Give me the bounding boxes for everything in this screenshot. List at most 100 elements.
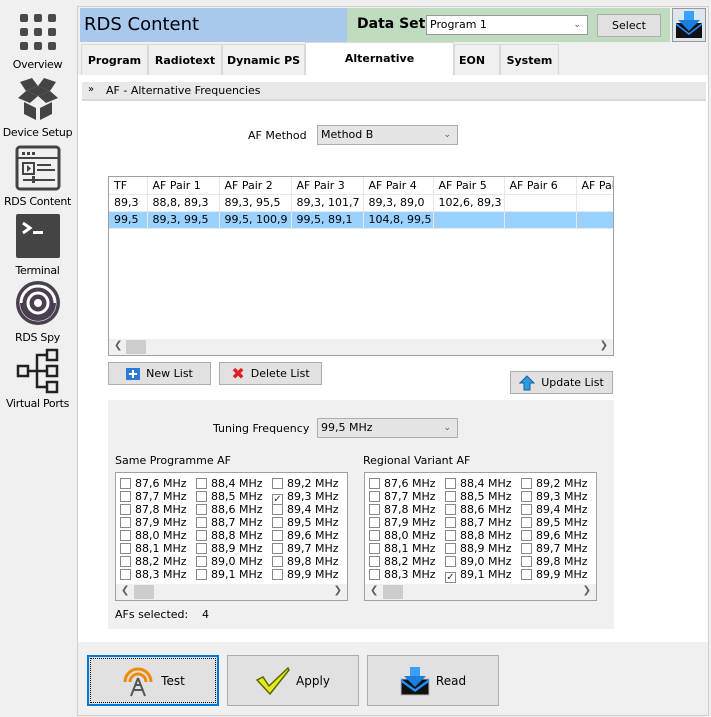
checkbox-icon[interactable] — [120, 491, 131, 502]
select-button[interactable]: Select — [597, 14, 661, 37]
checkbox-icon[interactable] — [120, 517, 131, 528]
frequency-checkbox[interactable]: ✓ 89,3 MHz — [272, 490, 339, 505]
frequency-checkbox[interactable]: 88,7 MHz — [196, 516, 263, 529]
apply-button[interactable]: Apply — [227, 655, 359, 706]
update-list-button[interactable]: Update List — [510, 371, 613, 394]
checkbox-icon[interactable] — [196, 478, 207, 489]
frequency-checkbox[interactable]: 88,5 MHz — [445, 490, 512, 503]
scrollbar-thumb[interactable] — [126, 340, 146, 354]
scroll-right-icon[interactable]: ❯ — [334, 585, 342, 596]
frequency-checkbox[interactable]: 88,7 MHz — [445, 516, 512, 529]
checkbox-icon[interactable] — [445, 478, 456, 489]
frequency-checkbox[interactable]: 89,7 MHz — [521, 542, 588, 555]
new-list-button[interactable]: New List — [108, 362, 211, 385]
frequency-checkbox[interactable]: 89,9 MHz — [272, 568, 339, 581]
frequency-checkbox[interactable]: 89,2 MHz — [521, 477, 588, 490]
scrollbar-thumb[interactable] — [134, 585, 154, 599]
checkbox-icon[interactable] — [120, 478, 131, 489]
frequency-checkbox[interactable]: 88,8 MHz — [196, 529, 263, 542]
horizontal-scrollbar[interactable]: ❮ ❯ — [109, 339, 613, 355]
column-header[interactable]: AF Pair 2 — [219, 177, 292, 195]
frequency-checkbox[interactable]: 89,8 MHz — [272, 555, 339, 568]
frequency-checkbox[interactable]: 89,0 MHz — [445, 555, 512, 568]
af-method-select[interactable]: Method B ⌄ — [317, 125, 458, 145]
checkbox-icon[interactable] — [272, 478, 283, 489]
checkbox-icon[interactable] — [196, 569, 207, 580]
frequency-checkbox[interactable]: 88,5 MHz — [196, 490, 263, 503]
checkbox-icon[interactable] — [521, 530, 532, 541]
frequency-checkbox[interactable]: 89,2 MHz — [272, 477, 339, 490]
frequency-checkbox[interactable]: 87,7 MHz — [120, 490, 187, 503]
frequency-checkbox[interactable]: 88,6 MHz — [196, 503, 263, 516]
tab-dynamic-ps[interactable]: Dynamic PS — [222, 44, 305, 75]
table-row[interactable]: 99,5 89,3, 99,5 99,5, 100,9 99,5, 89,1 104,8… — [109, 211, 613, 229]
frequency-checkbox[interactable]: 88,4 MHz — [445, 477, 512, 490]
checkbox-icon[interactable] — [272, 517, 283, 528]
delete-list-button[interactable]: ✖ Delete List — [219, 362, 322, 385]
read-button[interactable]: Read — [367, 655, 499, 706]
tab-eon[interactable]: EON — [454, 44, 500, 75]
frequency-checkbox[interactable]: 87,9 MHz — [369, 516, 436, 529]
frequency-checkbox[interactable]: 87,9 MHz — [120, 516, 187, 529]
tab-system[interactable]: System — [500, 44, 559, 75]
frequency-checkbox[interactable]: 87,6 MHz — [120, 477, 187, 490]
frequency-checkbox[interactable]: 88,0 MHz — [120, 529, 187, 542]
checkbox-icon[interactable] — [120, 504, 131, 515]
checkbox-icon[interactable] — [196, 517, 207, 528]
frequency-checkbox[interactable]: 89,1 MHz — [196, 568, 263, 581]
checkbox-icon[interactable] — [196, 556, 207, 567]
checkbox-icon[interactable] — [369, 530, 380, 541]
tab-program[interactable]: Program — [81, 44, 148, 75]
frequency-checkbox[interactable]: 88,6 MHz — [445, 503, 512, 516]
checkbox-icon[interactable] — [369, 569, 380, 580]
frequency-checkbox[interactable]: 89,6 MHz — [272, 529, 339, 542]
checkbox-icon[interactable] — [120, 543, 131, 554]
checkbox-icon[interactable] — [120, 530, 131, 541]
column-header[interactable]: AF Pair 3 — [291, 177, 364, 195]
column-header[interactable]: AF Pair 1 — [147, 177, 220, 195]
scrollbar-thumb[interactable] — [383, 585, 403, 599]
checkbox-icon[interactable] — [369, 556, 380, 567]
checkbox-icon[interactable] — [521, 478, 532, 489]
frequency-checkbox[interactable]: 89,5 MHz — [272, 516, 339, 529]
scroll-left-icon[interactable]: ❮ — [121, 585, 129, 596]
checkbox-icon[interactable] — [445, 530, 456, 541]
checkbox-icon[interactable] — [272, 530, 283, 541]
frequency-checkbox[interactable]: 87,8 MHz — [369, 503, 436, 516]
checkbox-icon[interactable] — [196, 504, 207, 515]
frequency-checkbox[interactable]: 89,4 MHz — [521, 503, 588, 516]
frequency-checkbox[interactable]: 88,3 MHz — [120, 568, 187, 581]
tuning-frequency-select[interactable]: 99,5 MHz ⌄ — [317, 418, 458, 438]
collapse-chevron-icon[interactable]: » — [88, 84, 94, 95]
frequency-checkbox[interactable]: 89,3 MHz — [521, 490, 588, 503]
table-row[interactable]: 89,3 88,8, 89,3 89,3, 95,5 89,3, 101,7 89,3,… — [109, 194, 613, 212]
checkbox-icon[interactable] — [521, 491, 532, 502]
checkbox-icon[interactable] — [521, 556, 532, 567]
checkbox-icon[interactable] — [196, 543, 207, 554]
checkbox-icon[interactable] — [369, 504, 380, 515]
checkbox-icon[interactable] — [272, 569, 283, 580]
frequency-checkbox[interactable]: 88,0 MHz — [369, 529, 436, 542]
tab-radiotext[interactable]: Radiotext — [148, 44, 222, 75]
test-button[interactable]: Test — [87, 655, 219, 706]
dataset-select[interactable]: Program 1 ⌄ — [426, 15, 588, 35]
horizontal-scrollbar[interactable]: ❮ ❯ — [365, 584, 596, 600]
checkbox-icon[interactable] — [521, 569, 532, 580]
frequency-checkbox[interactable]: 89,6 MHz — [521, 529, 588, 542]
checkbox-icon[interactable] — [196, 530, 207, 541]
checkbox-icon[interactable] — [369, 517, 380, 528]
frequency-checkbox[interactable]: 88,9 MHz — [196, 542, 263, 555]
scroll-left-icon[interactable]: ❮ — [370, 585, 378, 596]
frequency-checkbox[interactable]: 89,0 MHz — [196, 555, 263, 568]
checkbox-icon[interactable] — [369, 478, 380, 489]
checkbox-icon[interactable] — [196, 491, 207, 502]
horizontal-scrollbar[interactable]: ❮ ❯ — [116, 584, 347, 600]
column-header[interactable]: AF Pair 4 — [363, 177, 434, 195]
frequency-checkbox[interactable]: 88,8 MHz — [445, 529, 512, 542]
checkbox-icon[interactable] — [445, 504, 456, 515]
checkbox-icon[interactable] — [369, 543, 380, 554]
tab-alternative-frequencies[interactable]: Alternative Frequencies — [305, 42, 454, 97]
column-header[interactable]: TF — [109, 177, 148, 195]
frequency-checkbox[interactable]: 87,6 MHz — [369, 477, 436, 490]
sidebar-item-rds-spy[interactable]: RDS Spy — [0, 280, 75, 344]
